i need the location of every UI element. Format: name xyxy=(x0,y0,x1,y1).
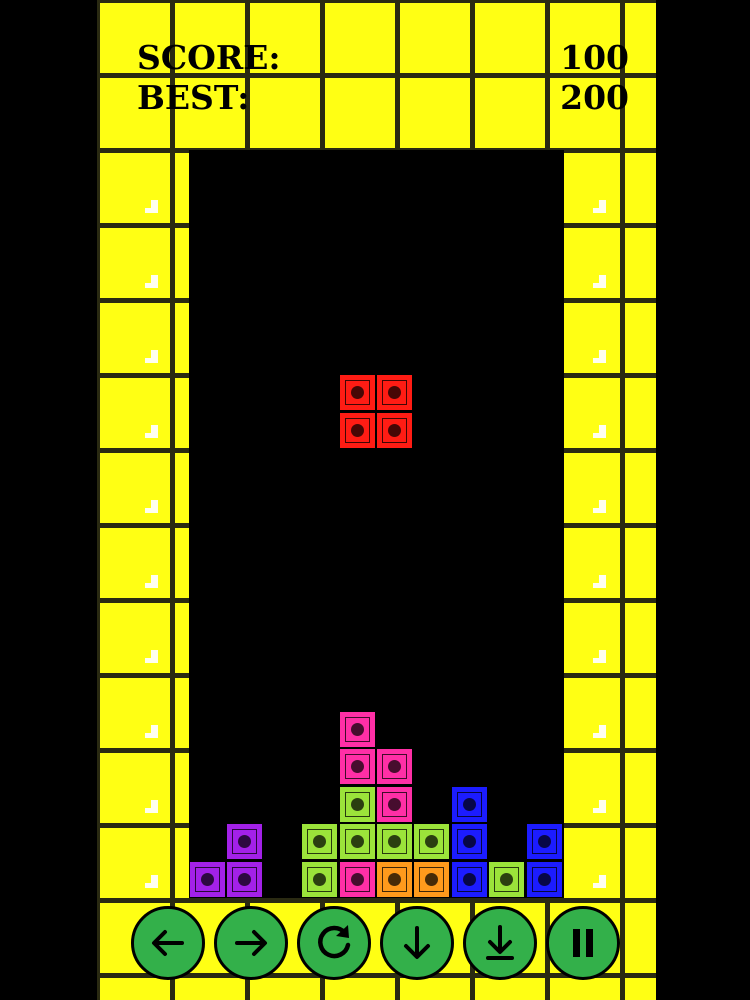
hard-drop-button[interactable] xyxy=(463,906,537,980)
settled-block xyxy=(376,785,413,823)
arrow-left-icon xyxy=(152,930,184,956)
block-dot xyxy=(201,872,214,886)
score-label: SCORE: xyxy=(137,38,281,77)
control-bar xyxy=(131,906,621,988)
settled-block xyxy=(376,823,413,861)
falling-piece-block xyxy=(338,411,376,449)
block-dot xyxy=(350,872,364,886)
block-dot xyxy=(388,423,401,437)
settled-block xyxy=(525,860,563,898)
scoreboard: SCORE: 100 BEST: 200 xyxy=(137,38,629,124)
rotate-button[interactable] xyxy=(297,906,371,980)
settled-block xyxy=(413,860,451,898)
settled-block xyxy=(488,860,526,898)
block-dot xyxy=(388,872,401,886)
settled-block xyxy=(226,860,264,898)
settled-block xyxy=(189,860,226,898)
block-dot xyxy=(350,835,364,849)
block-dot xyxy=(537,835,551,849)
block-dot xyxy=(313,872,327,886)
block-dot xyxy=(350,723,364,736)
rotate-icon xyxy=(318,925,351,959)
block-dot xyxy=(238,872,252,886)
settled-block xyxy=(338,860,376,898)
pause-button[interactable] xyxy=(546,906,620,980)
falling-piece-block xyxy=(376,374,413,412)
settled-block xyxy=(450,785,488,823)
settled-block xyxy=(338,785,376,823)
settled-block xyxy=(376,748,413,786)
settled-block xyxy=(376,860,413,898)
settled-block xyxy=(450,860,488,898)
best-label: BEST: xyxy=(137,78,250,117)
settled-block xyxy=(338,711,376,748)
block-dot xyxy=(462,872,476,886)
block-dot xyxy=(350,760,364,774)
score-value: 100 xyxy=(560,38,629,77)
soft-drop-button[interactable] xyxy=(380,906,454,980)
block-dot xyxy=(388,797,401,811)
settled-block xyxy=(338,823,376,861)
settled-block xyxy=(338,748,376,786)
settled-block xyxy=(450,823,488,861)
settled-block xyxy=(301,823,339,861)
pause-icon xyxy=(573,929,593,957)
settled-block xyxy=(301,860,339,898)
move-right-button[interactable] xyxy=(214,906,288,980)
best-row: BEST: 200 xyxy=(137,78,629,118)
score-row: SCORE: 100 xyxy=(137,38,629,78)
block-dot xyxy=(462,835,476,849)
arrow-down-bar-icon xyxy=(486,925,514,960)
move-left-button[interactable] xyxy=(131,906,205,980)
falling-piece-block xyxy=(338,374,376,412)
block-dot xyxy=(500,872,514,886)
best-value: 200 xyxy=(560,78,629,117)
falling-piece-block xyxy=(376,411,413,449)
block-dot xyxy=(425,872,439,886)
block-dot xyxy=(350,423,364,437)
block-dot xyxy=(462,797,476,811)
arrow-right-icon xyxy=(235,930,267,956)
block-dot xyxy=(537,872,551,886)
playfield xyxy=(189,150,564,898)
settled-block xyxy=(413,823,451,861)
block-dot xyxy=(350,386,364,400)
arrow-down-icon xyxy=(404,926,430,959)
settled-block xyxy=(525,823,563,861)
block-dot xyxy=(350,797,364,811)
settled-block xyxy=(226,823,264,861)
